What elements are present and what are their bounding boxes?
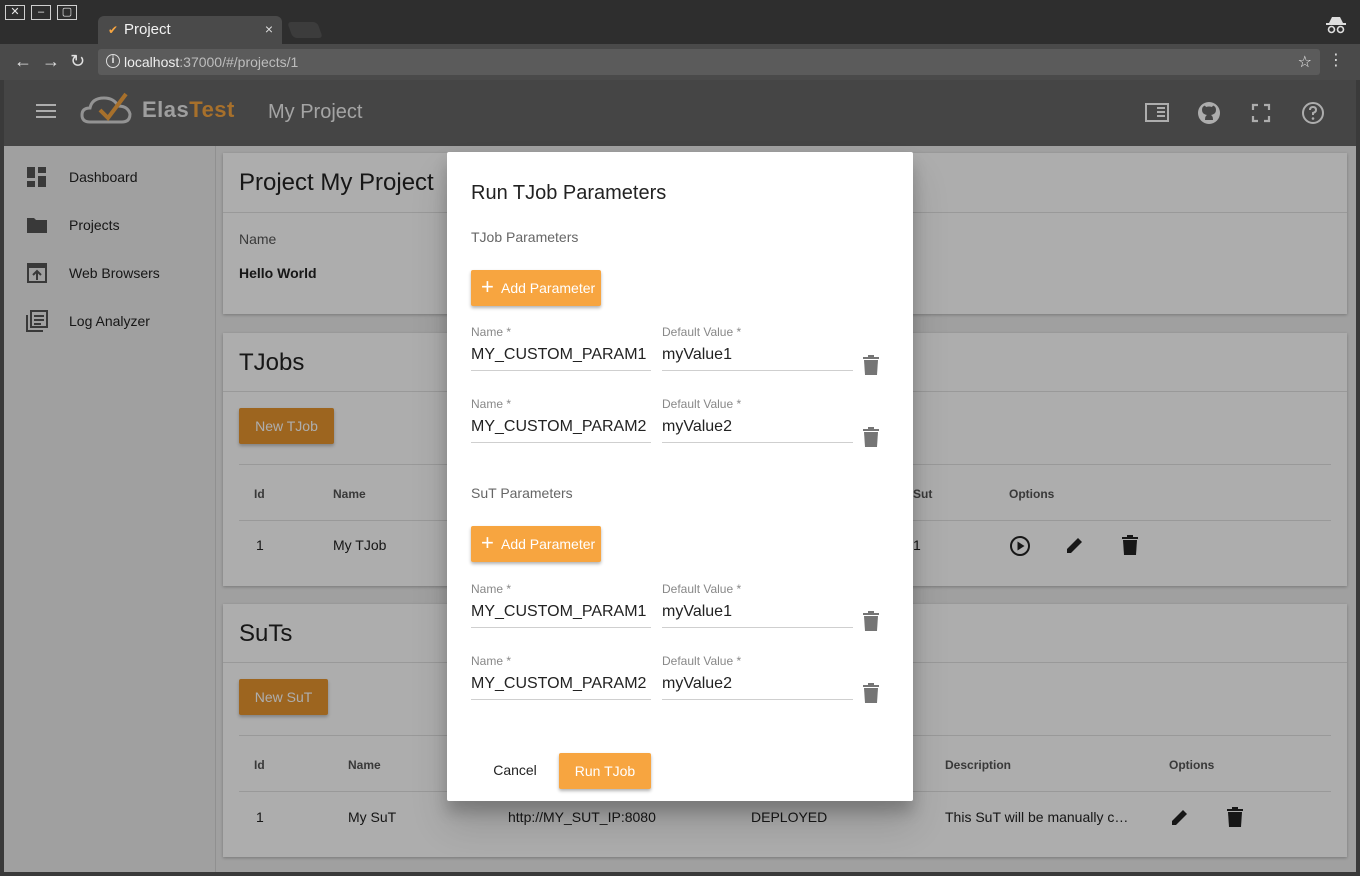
tab-title: Project [124, 21, 171, 38]
add-tjob-parameter-button[interactable]: + Add Parameter [471, 270, 601, 306]
app-frame: ElasTest My Project Dashboard Projects W… [4, 80, 1356, 872]
url-host: localhost [124, 54, 180, 70]
input-underline [471, 699, 651, 700]
new-tab-button[interactable] [287, 22, 323, 38]
input-underline [471, 627, 651, 628]
param-name-label: Name * [471, 654, 512, 668]
param-value-label: Default Value * [662, 325, 742, 339]
tab-favicon-icon: ✔ [108, 23, 119, 37]
browser-titlebar: ✕ – ▢ ✔ Project × [0, 0, 1360, 44]
param-name-label: Name * [471, 582, 512, 596]
back-icon[interactable]: ← [14, 52, 32, 70]
param-value-label: Default Value * [662, 654, 742, 668]
sut-parameters-section-label: SuT Parameters [471, 485, 573, 501]
address-bar[interactable]: i localhost:37000/#/projects/1 ☆ [98, 49, 1320, 75]
url-path: :37000/#/projects/1 [179, 54, 299, 70]
browser-tab[interactable]: ✔ Project × [98, 16, 282, 44]
param-name-input[interactable]: MY_CUSTOM_PARAM1 [471, 603, 646, 621]
site-info-icon[interactable]: i [106, 54, 120, 68]
param-name-label: Name * [471, 397, 512, 411]
cancel-button[interactable]: Cancel [479, 752, 551, 788]
param-name-label: Name * [471, 325, 512, 339]
plus-icon: + [481, 530, 494, 555]
window-close-icon[interactable]: ✕ [5, 5, 25, 20]
input-underline [662, 627, 853, 628]
param-value-input[interactable]: myValue1 [662, 603, 732, 621]
run-tjob-parameters-dialog: Run TJob Parameters TJob Parameters + Ad… [447, 152, 913, 801]
run-tjob-button[interactable]: Run TJob [559, 753, 651, 789]
incognito-icon [1326, 16, 1346, 39]
param-value-input[interactable]: myValue2 [662, 418, 732, 436]
add-sut-parameter-button[interactable]: + Add Parameter [471, 526, 601, 562]
input-underline [471, 442, 651, 443]
add-parameter-label: Add Parameter [501, 536, 596, 552]
plus-icon: + [481, 274, 494, 299]
dialog-title: Run TJob Parameters [471, 182, 667, 204]
delete-parameter-icon[interactable] [862, 355, 880, 375]
window-minimize-icon[interactable]: – [31, 5, 51, 20]
input-underline [471, 370, 651, 371]
input-underline [662, 370, 853, 371]
tjob-parameters-section-label: TJob Parameters [471, 229, 579, 245]
input-underline [662, 699, 853, 700]
delete-parameter-icon[interactable] [862, 611, 880, 631]
delete-parameter-icon[interactable] [862, 427, 880, 447]
tab-close-icon[interactable]: × [265, 21, 273, 37]
window-maximize-icon[interactable]: ▢ [57, 5, 77, 20]
reload-icon[interactable]: ↻ [70, 52, 85, 70]
browser-toolbar: ← → ↻ i localhost:37000/#/projects/1 ☆ ⋮ [0, 44, 1360, 80]
param-value-label: Default Value * [662, 397, 742, 411]
url-text: localhost:37000/#/projects/1 [124, 54, 298, 70]
param-name-input[interactable]: MY_CUSTOM_PARAM2 [471, 675, 646, 693]
bookmark-star-icon[interactable]: ☆ [1298, 52, 1312, 72]
browser-menu-icon[interactable]: ⋮ [1328, 53, 1344, 69]
param-value-label: Default Value * [662, 582, 742, 596]
input-underline [662, 442, 853, 443]
param-name-input[interactable]: MY_CUSTOM_PARAM2 [471, 418, 646, 436]
param-name-input[interactable]: MY_CUSTOM_PARAM1 [471, 346, 646, 364]
param-value-input[interactable]: myValue2 [662, 675, 732, 693]
param-value-input[interactable]: myValue1 [662, 346, 732, 364]
forward-icon[interactable]: → [42, 52, 60, 70]
delete-parameter-icon[interactable] [862, 683, 880, 703]
add-parameter-label: Add Parameter [501, 280, 596, 296]
